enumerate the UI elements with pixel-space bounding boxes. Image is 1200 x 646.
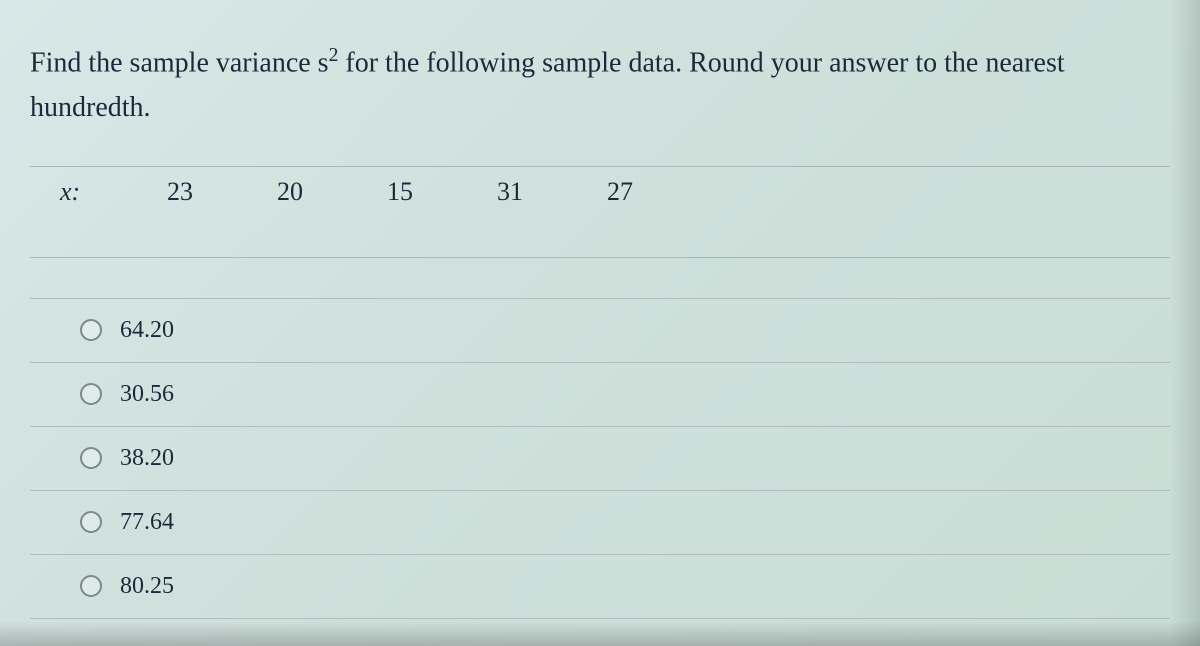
question-part1: Find the sample variance s	[30, 47, 329, 78]
data-value: 23	[160, 177, 200, 207]
question-page: Find the sample variance s2 for the foll…	[0, 0, 1200, 619]
answer-option[interactable]: 77.64	[30, 491, 1170, 555]
answer-label: 77.64	[120, 509, 174, 536]
radio-icon	[80, 575, 102, 597]
screen-glare-right	[1170, 0, 1200, 646]
screen-glare-bottom	[0, 621, 1200, 646]
question-text: Find the sample variance s2 for the foll…	[30, 40, 1170, 131]
data-value: 27	[600, 177, 640, 207]
answer-option[interactable]: 64.20	[30, 299, 1170, 363]
answer-label: 80.25	[120, 573, 174, 600]
data-value: 15	[380, 177, 420, 207]
data-value: 31	[490, 177, 530, 207]
data-label: x:	[60, 177, 90, 207]
answer-label: 38.20	[120, 445, 174, 472]
radio-icon	[80, 383, 102, 405]
answers-list: 64.20 30.56 38.20 77.64 80.25	[30, 298, 1170, 619]
answer-label: 30.56	[120, 381, 174, 408]
answer-label: 64.20	[120, 317, 174, 344]
answer-option[interactable]: 38.20	[30, 427, 1170, 491]
radio-icon	[80, 319, 102, 341]
radio-icon	[80, 447, 102, 469]
answer-option[interactable]: 80.25	[30, 555, 1170, 619]
data-row: x: 23 20 15 31 27	[30, 166, 1170, 258]
radio-icon	[80, 511, 102, 533]
question-superscript: 2	[329, 45, 339, 66]
answer-option[interactable]: 30.56	[30, 363, 1170, 427]
data-value: 20	[270, 177, 310, 207]
